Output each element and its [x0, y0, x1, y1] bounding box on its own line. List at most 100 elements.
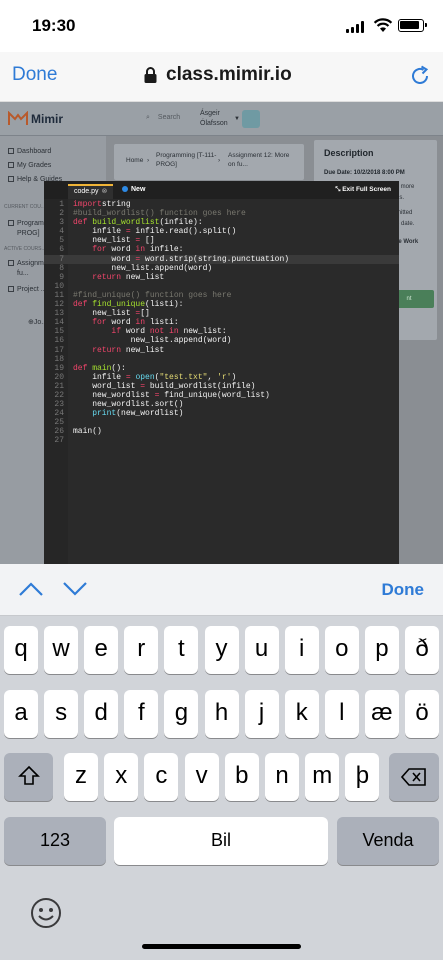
code-line[interactable]: 26 main(): [44, 427, 399, 436]
key[interactable]: c: [144, 753, 179, 801]
sidebar-item-my-grades[interactable]: My Grades: [8, 162, 51, 169]
breadcrumb-course[interactable]: Programming [T-111-: [156, 151, 216, 160]
code-line[interactable]: 15 if word not in new_list:: [44, 327, 399, 336]
code-line[interactable]: 12 def find_unique(listi):: [44, 300, 399, 309]
code-token: listi:: [145, 318, 179, 328]
key[interactable]: x: [104, 753, 139, 801]
code-line[interactable]: 24 print(new_wordlist): [44, 409, 399, 418]
code-line[interactable]: 3 def build_wordlist(infile):: [44, 218, 399, 227]
sidebar-item-course-sub: PROG]: [17, 230, 40, 237]
url-address[interactable]: class.mimir.io: [166, 64, 292, 86]
avatar[interactable]: [242, 110, 260, 128]
key[interactable]: b: [224, 753, 259, 801]
tab-code-py[interactable]: code.py ⊗: [68, 184, 114, 199]
code-line[interactable]: 18: [44, 355, 399, 364]
line-number: 13: [54, 309, 64, 319]
numbers-key[interactable]: 123: [4, 817, 106, 865]
return-key[interactable]: Venda: [337, 817, 439, 865]
code-line[interactable]: 17 return new_list: [44, 346, 399, 355]
mimir-user-menu[interactable]: Ásgeir Ólafsson: [200, 109, 228, 129]
reload-icon[interactable]: [409, 65, 431, 87]
key[interactable]: e: [84, 626, 119, 674]
code-token: word: [106, 245, 136, 255]
space-key[interactable]: Bil: [114, 817, 328, 865]
code-line[interactable]: 10: [44, 282, 399, 291]
code-line[interactable]: 11 #find_unique() function goes here: [44, 291, 399, 300]
backspace-key[interactable]: [389, 753, 439, 801]
code-line[interactable]: 4 infile = infile.read().split(): [44, 227, 399, 236]
code-line[interactable]: 25: [44, 418, 399, 427]
code-line[interactable]: 14 for word in listi:: [44, 318, 399, 327]
key[interactable]: p: [364, 626, 399, 674]
code-line[interactable]: 19 def main():: [44, 364, 399, 373]
key[interactable]: d: [84, 690, 119, 738]
breadcrumb-home[interactable]: Home: [126, 156, 143, 165]
shift-key[interactable]: [4, 753, 53, 801]
key[interactable]: n: [265, 753, 299, 801]
home-indicator[interactable]: [142, 944, 301, 949]
line-number: 10: [54, 281, 64, 291]
code-line[interactable]: 21 word_list = build_wordlist(infile): [44, 382, 399, 391]
code-token: in: [135, 245, 146, 255]
code-token: []: [140, 309, 150, 319]
code-token: 'r': [217, 372, 232, 382]
code-area[interactable]: 1 importstring 2 #build_wordlist() function…: [44, 200, 399, 446]
code-line[interactable]: 16 new_list.append(word): [44, 336, 399, 345]
new-file-button[interactable]: New: [122, 186, 145, 193]
key[interactable]: o: [324, 626, 359, 674]
code-token: (infile):: [159, 218, 203, 228]
code-line[interactable]: 5 new_list = []: [44, 236, 399, 245]
code-line[interactable]: 1 importstring: [44, 200, 399, 209]
code-line[interactable]: 13 new_list =[]: [44, 309, 399, 318]
key[interactable]: m: [305, 753, 340, 801]
key[interactable]: ö: [405, 690, 439, 738]
key[interactable]: v: [184, 753, 219, 801]
code-line[interactable]: 7 word = word.strip(string.punctuation): [44, 254, 399, 264]
code-line[interactable]: 20 infile = open("test.txt", 'r'): [44, 373, 399, 382]
chevron-up-icon[interactable]: [18, 581, 44, 597]
code-token: new_list: [73, 236, 136, 246]
mimir-search[interactable]: ⌕ Search: [146, 114, 180, 122]
browser-toolbar: Done class.mimir.io: [0, 52, 443, 102]
key[interactable]: k: [284, 690, 319, 738]
code-line[interactable]: 6 for word in infile:: [44, 245, 399, 254]
key[interactable]: y: [204, 626, 239, 674]
key[interactable]: q: [4, 626, 38, 674]
code-line[interactable]: 27: [44, 436, 399, 445]
line-number: 5: [59, 236, 64, 246]
key[interactable]: i: [284, 626, 319, 674]
code-line[interactable]: 23 new_wordlist.sort(): [44, 400, 399, 409]
key[interactable]: s: [44, 690, 79, 738]
key[interactable]: h: [204, 690, 239, 738]
browser-done-button[interactable]: Done: [12, 64, 57, 86]
code-line[interactable]: 22 new_wordlist = find_unique(word_list): [44, 391, 399, 400]
key[interactable]: ð: [405, 626, 439, 674]
emoji-icon[interactable]: [30, 897, 62, 929]
key[interactable]: r: [124, 626, 159, 674]
sidebar-item-project[interactable]: Project ...: [8, 286, 47, 293]
key[interactable]: l: [324, 690, 359, 738]
key[interactable]: w: [44, 626, 79, 674]
breadcrumb-assignment[interactable]: Assignment 12: More: [228, 151, 289, 160]
key[interactable]: g: [164, 690, 199, 738]
key[interactable]: z: [64, 753, 98, 801]
keyboard-done-button[interactable]: Done: [382, 580, 425, 600]
tab-close-icon[interactable]: ⊗: [102, 188, 108, 195]
line-number: 18: [54, 354, 64, 364]
code-text: print(new_wordlist): [64, 409, 183, 418]
key[interactable]: a: [4, 690, 38, 738]
key[interactable]: j: [244, 690, 279, 738]
key[interactable]: u: [244, 626, 279, 674]
key[interactable]: æ: [364, 690, 399, 738]
chevron-down-icon[interactable]: [62, 581, 88, 597]
key[interactable]: þ: [345, 753, 380, 801]
exit-fullscreen-button[interactable]: ⤡ Exit Full Screen: [335, 186, 391, 194]
code-line[interactable]: 8 new_list.append(word): [44, 264, 399, 273]
line-number: 3: [59, 218, 64, 228]
code-token: def: [73, 300, 88, 310]
code-line[interactable]: 9 return new_list: [44, 273, 399, 282]
key[interactable]: t: [164, 626, 199, 674]
key[interactable]: f: [124, 690, 159, 738]
code-line[interactable]: 2 #build_wordlist() function goes here: [44, 209, 399, 218]
sidebar-item-dashboard[interactable]: Dashboard: [8, 148, 51, 155]
